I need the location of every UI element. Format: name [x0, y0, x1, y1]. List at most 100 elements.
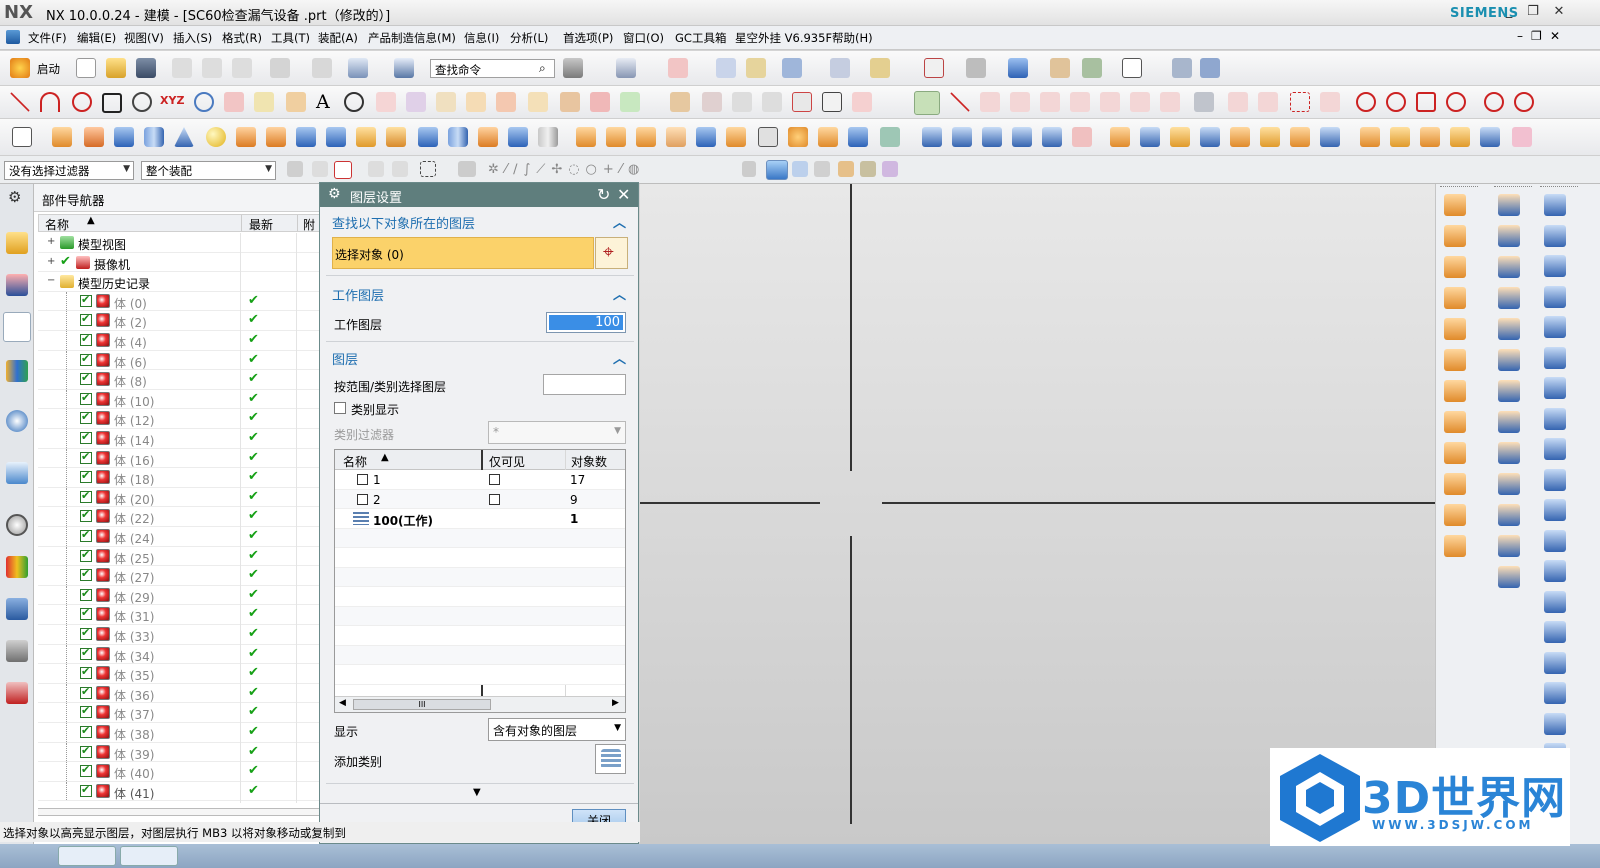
app-menu-icon[interactable] — [6, 30, 20, 44]
feature-icon[interactable] — [1444, 318, 1466, 340]
slot-icon[interactable] — [356, 127, 376, 147]
scroll-left-icon[interactable]: ◀ — [339, 698, 346, 708]
doc-close-icon[interactable]: ✕ — [1550, 29, 1560, 43]
collapse-icon[interactable]: ︿ — [613, 212, 626, 231]
body-feature-row[interactable]: 体 (33) ✔ — [38, 625, 326, 645]
arc-icon[interactable] — [40, 92, 60, 112]
feature-icon[interactable] — [1444, 411, 1466, 433]
col-visible-only[interactable]: 仅可见 — [489, 453, 525, 470]
ruled-surface-icon[interactable] — [1072, 127, 1092, 147]
assembly-icon[interactable] — [616, 58, 636, 78]
type-filter-dropdown[interactable]: 没有选择过滤器 ▼ — [4, 161, 134, 180]
find-layer-section-header[interactable]: 查找以下对象所在的图层 ︿ — [326, 209, 632, 233]
intersect-icon[interactable] — [636, 127, 656, 147]
feature-icon[interactable] — [1444, 504, 1466, 526]
body-feature-row[interactable]: 体 (34) ✔ — [38, 644, 326, 665]
feature-icon[interactable] — [1444, 194, 1466, 216]
menu-view[interactable]: 视图(V) — [124, 30, 164, 46]
filter-reset-icon[interactable] — [287, 161, 303, 177]
delete-face-icon[interactable] — [1420, 127, 1440, 147]
trim-body-icon[interactable] — [666, 127, 686, 147]
suppress-checkbox[interactable] — [80, 371, 92, 386]
body-feature-row[interactable]: 体 (20) ✔ — [38, 487, 326, 508]
sketch-plane-icon[interactable] — [12, 127, 32, 147]
suppress-checkbox[interactable] — [80, 606, 92, 621]
minimize-button[interactable]: _ — [1498, 3, 1520, 21]
surface-icon[interactable] — [1498, 535, 1520, 557]
draft-icon[interactable] — [848, 127, 868, 147]
project-curve-icon[interactable] — [376, 92, 396, 112]
isoparametric-icon[interactable] — [590, 92, 610, 112]
body-feature-row[interactable]: 体 (41) ✔ — [38, 781, 326, 802]
body-feature-row[interactable]: 体 (6) ✔ — [38, 350, 326, 371]
feature-playback-icon[interactable] — [746, 58, 766, 78]
history-icon[interactable] — [6, 514, 28, 536]
body-feature-row[interactable]: 体 (25) ✔ — [38, 546, 326, 567]
roles-icon[interactable] — [6, 682, 28, 704]
tree-node[interactable]: + 模型视图 — [38, 233, 326, 253]
system-materials-icon[interactable] — [6, 556, 28, 578]
menu-tools[interactable]: 工具(T) — [271, 30, 310, 46]
perpendicular-icon[interactable] — [1040, 92, 1060, 112]
swept-icon[interactable] — [982, 127, 1002, 147]
menu-preferences[interactable]: 首选项(P) — [563, 30, 613, 46]
offset-surface-icon[interactable] — [1230, 127, 1250, 147]
sweep-guide-icon[interactable] — [1012, 127, 1032, 147]
suppress-checkbox[interactable] — [80, 489, 92, 503]
paste-icon[interactable] — [232, 58, 252, 78]
range-select-input[interactable] — [543, 374, 626, 395]
tree-node[interactable]: + ✔ 摄像机 — [38, 253, 326, 273]
process-studio-icon[interactable] — [6, 598, 28, 620]
snap-view-icon[interactable] — [1200, 58, 1220, 78]
body-feature-row[interactable]: 体 (38) ✔ — [38, 723, 326, 743]
background-icon[interactable] — [1122, 58, 1142, 78]
trim-curve-icon[interactable] — [670, 92, 690, 112]
navigator-splitter[interactable] — [38, 808, 324, 816]
body-feature-row[interactable]: 体 (12) ✔ — [38, 409, 326, 429]
copy-icon[interactable] — [202, 58, 222, 78]
offset-face-icon[interactable] — [880, 127, 900, 147]
expand-toggle-icon[interactable]: + — [47, 236, 55, 247]
render-style-icon[interactable] — [966, 58, 986, 78]
toolbar-grip[interactable] — [1440, 186, 1478, 189]
bounding-point-icon[interactable] — [1514, 92, 1534, 112]
freeform-icon[interactable] — [1544, 590, 1566, 613]
layer-select-checkbox[interactable] — [357, 493, 368, 505]
boss-icon[interactable] — [266, 127, 286, 147]
surface-icon[interactable] — [1498, 349, 1520, 371]
menu-pmi[interactable]: 产品制造信息(M) — [368, 30, 456, 46]
pocket-icon[interactable] — [296, 127, 316, 147]
layers-section-header[interactable]: 图层 ︿ — [326, 345, 632, 369]
suppress-checkbox[interactable] — [80, 783, 92, 797]
command-finder-icon[interactable] — [394, 58, 414, 78]
suppress-checkbox[interactable] — [80, 410, 92, 425]
tools-icon[interactable] — [563, 58, 583, 78]
freeform-icon[interactable] — [1544, 346, 1566, 369]
freeform-icon[interactable] — [1544, 285, 1566, 308]
open-folder-icon[interactable] — [106, 58, 126, 78]
suppress-checkbox[interactable] — [80, 312, 92, 327]
work-layer-section-header[interactable]: 工作图层 ︿ — [326, 281, 632, 305]
suppress-checkbox[interactable] — [80, 626, 92, 640]
visual-selection-icon[interactable] — [766, 160, 788, 180]
suppress-checkbox[interactable] — [80, 646, 92, 660]
menu-analysis[interactable]: 分析(L) — [510, 30, 548, 46]
work-layer-input[interactable]: 100 — [546, 312, 626, 333]
subtract-icon[interactable] — [606, 127, 626, 147]
join-curve-icon[interactable] — [466, 92, 486, 112]
reset-icon[interactable]: ↻ — [597, 185, 610, 204]
part-navigator-icon[interactable] — [3, 312, 31, 342]
search-icon[interactable]: ⌕ — [539, 61, 546, 76]
divide-curve-icon[interactable] — [620, 92, 640, 112]
menu-plugin[interactable]: 星空外挂 V6.935F — [735, 30, 832, 46]
surface-icon[interactable] — [1498, 380, 1520, 402]
freeform-icon[interactable] — [1544, 712, 1566, 735]
freeform-icon[interactable] — [1544, 499, 1566, 521]
body-feature-row[interactable]: 体 (0) ✔ — [38, 291, 326, 312]
ellipse-icon[interactable] — [344, 92, 364, 112]
shell-icon[interactable] — [758, 127, 778, 147]
cut-icon[interactable] — [172, 58, 192, 78]
col-object-count[interactable]: 对象数 — [571, 453, 607, 470]
extend-sheet-icon[interactable] — [1290, 127, 1310, 147]
chamfer-icon[interactable] — [726, 127, 746, 147]
